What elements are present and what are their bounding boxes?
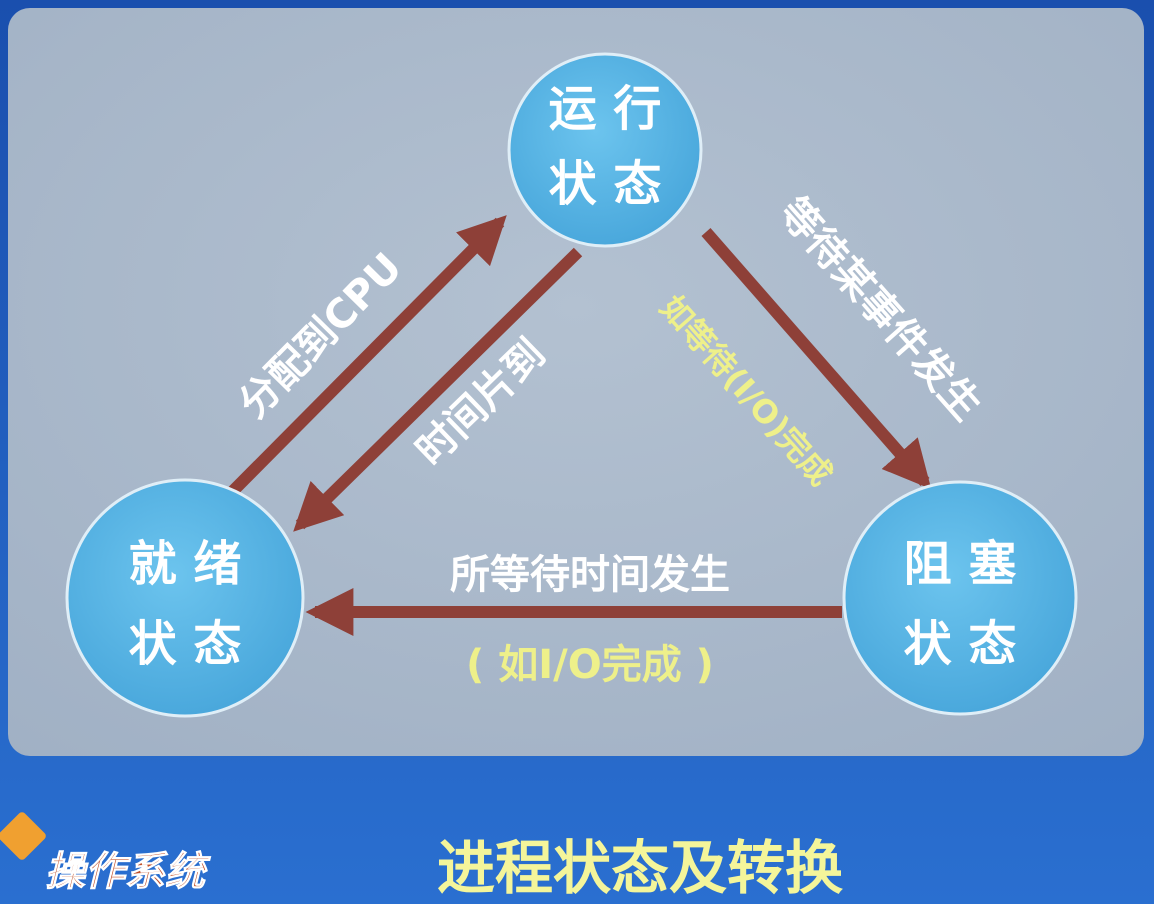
state-running: 运 行 状 态 (507, 52, 703, 248)
state-blocked: 阻 塞 状 态 (842, 480, 1078, 716)
label-wakeup: 所等待时间发生 (450, 552, 730, 598)
state-ready-line1: 就 绪 (129, 536, 242, 592)
state-running-line1: 运 行 (549, 81, 662, 137)
state-running-line2: 状 态 (549, 156, 662, 212)
page-title: 进程状态及转换 (437, 834, 843, 902)
state-ready-line2: 状 态 (129, 616, 242, 672)
state-blocked-line1: 阻 塞 (904, 536, 1017, 592)
state-blocked-line2: 状 态 (904, 616, 1017, 672)
label-wakeup-example: ( 如I/O完成 ) (466, 642, 714, 688)
logo-text: 操作系统 (45, 849, 211, 895)
state-ready: 就 绪 状 态 (65, 478, 305, 718)
process-state-diagram: 运 行 状 态 就 绪 状 态 阻 塞 状 态 分配到CPU 时间片到 等待某事… (0, 0, 1154, 904)
